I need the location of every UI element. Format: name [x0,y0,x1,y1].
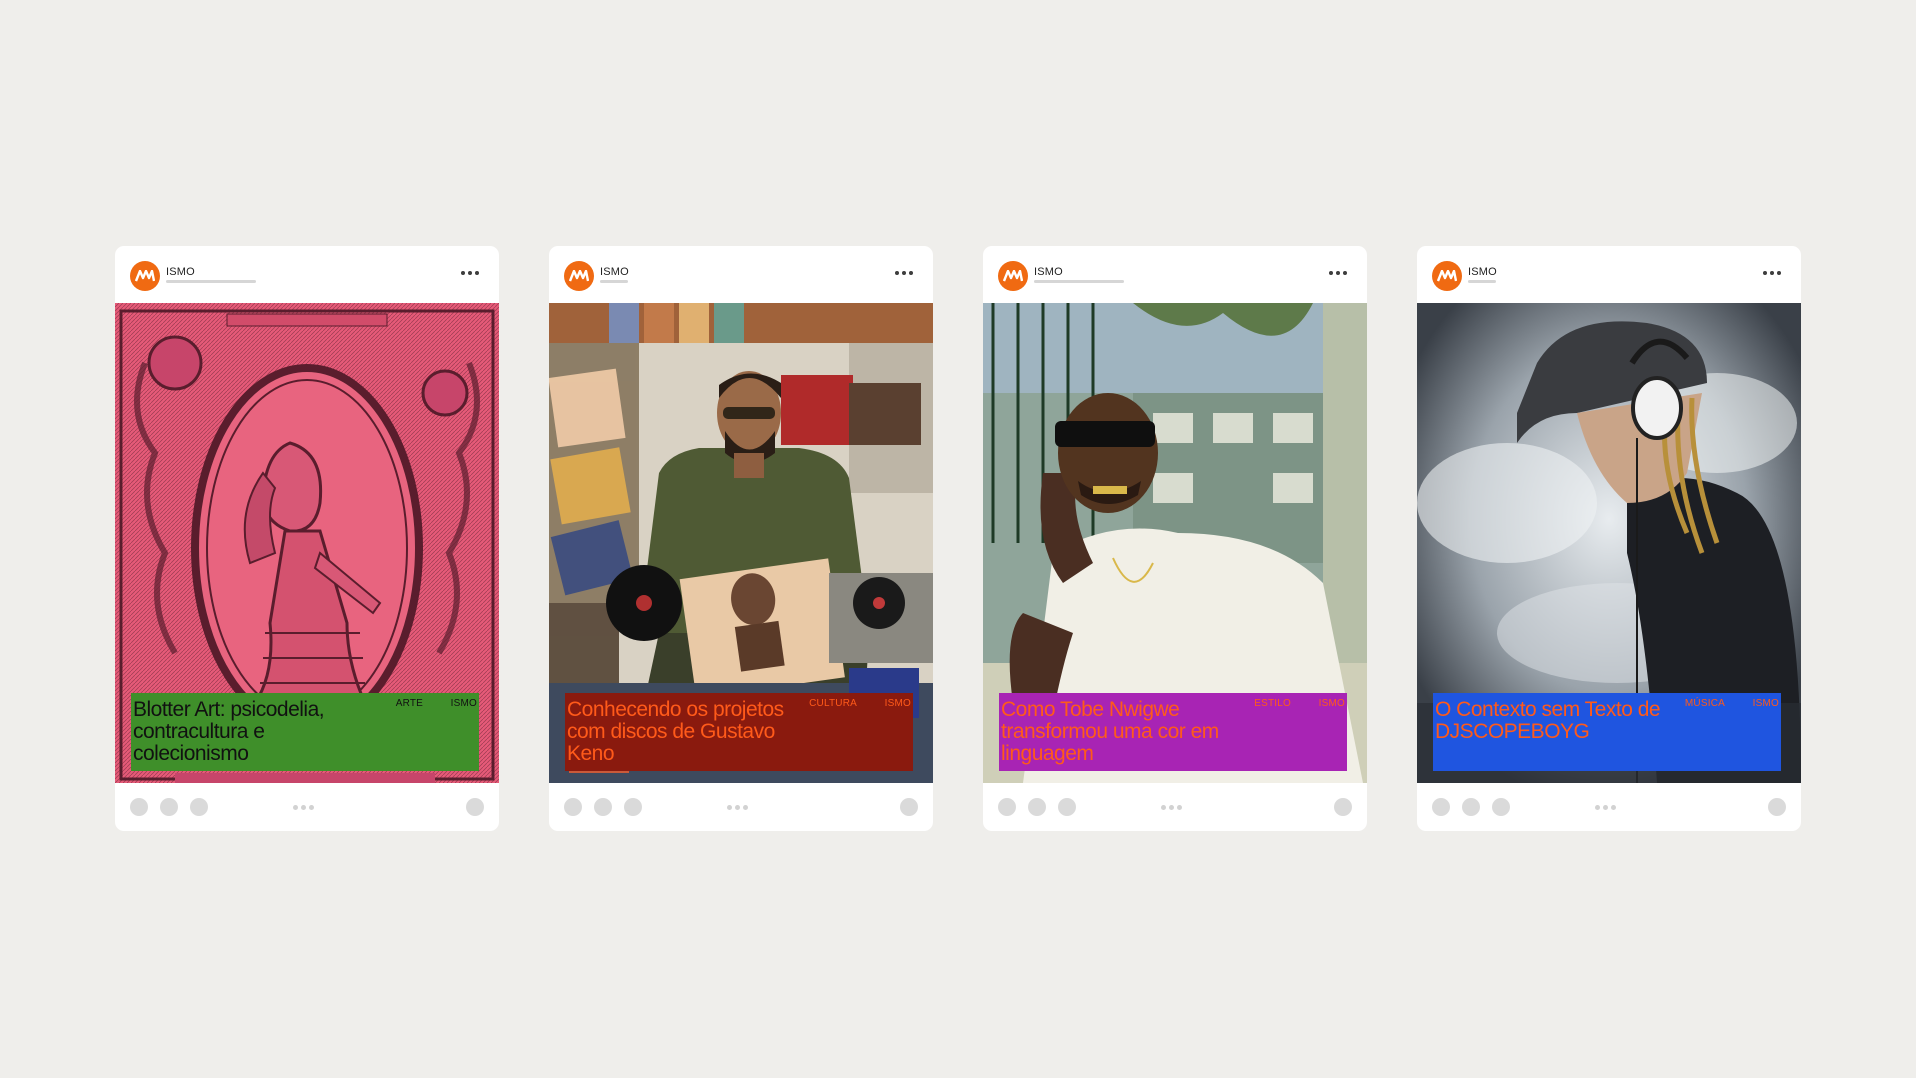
category-tag[interactable]: ARTE [396,698,423,709]
ismo-logo-icon[interactable] [998,261,1028,291]
share-icon[interactable] [624,798,642,816]
post-title[interactable]: Como Tobe Nwigwe transformou uma cor em … [1001,699,1237,765]
bookmark-icon[interactable] [1334,798,1352,816]
post-footer [1417,783,1801,831]
more-dots-icon[interactable] [1329,271,1347,275]
username[interactable]: ISMO [1468,266,1497,278]
post-header: ISMO [983,246,1367,303]
post-caption: Conhecendo os projetos com discos de Gus… [565,693,913,771]
brand-tag: ISMO [450,698,477,709]
share-icon[interactable] [1492,798,1510,816]
carousel-dots-icon [293,805,314,810]
post-title[interactable]: Conhecendo os projetos com discos de Gus… [567,699,803,765]
post-header: ISMO [549,246,933,303]
username[interactable]: ISMO [166,266,195,278]
share-icon[interactable] [190,798,208,816]
category-tag[interactable]: ESTILO [1254,698,1291,709]
post-caption: O Contexto sem Texto de DJSCOPEBOYG MÚSI… [1433,693,1781,771]
post-footer [115,783,499,831]
post-footer [983,783,1367,831]
username-underline [1468,280,1496,283]
like-icon[interactable] [564,798,582,816]
brand-tag: ISMO [1318,698,1345,709]
post-image[interactable]: Como Tobe Nwigwe transformou uma cor em … [983,303,1367,783]
post-image[interactable]: O Contexto sem Texto de DJSCOPEBOYG MÚSI… [1417,303,1801,783]
category-tag[interactable]: CULTURA [809,698,857,709]
username-underline [1034,280,1124,283]
bookmark-icon[interactable] [466,798,484,816]
more-dots-icon[interactable] [895,271,913,275]
post-image[interactable]: Blotter Art: psicodelia, contracultura e… [115,303,499,783]
post-footer [549,783,933,831]
share-icon[interactable] [1058,798,1076,816]
post-grid: ISMO Blotter Art: psicodelia, contracult… [115,246,1801,831]
post-card[interactable]: ISMO [115,246,499,831]
ismo-logo-icon[interactable] [564,261,594,291]
ismo-logo-icon[interactable] [130,261,160,291]
more-dots-icon[interactable] [461,271,479,275]
ismo-logo-icon[interactable] [1432,261,1462,291]
comment-icon[interactable] [1462,798,1480,816]
like-icon[interactable] [130,798,148,816]
brand-tag: ISMO [1752,698,1779,709]
carousel-dots-icon [1595,805,1616,810]
brand-tag: ISMO [884,698,911,709]
bookmark-icon[interactable] [1768,798,1786,816]
username[interactable]: ISMO [1034,266,1063,278]
category-tag[interactable]: MÚSICA [1685,698,1725,709]
like-icon[interactable] [998,798,1016,816]
username[interactable]: ISMO [600,266,629,278]
comment-icon[interactable] [1028,798,1046,816]
post-card[interactable]: ISMO [1417,246,1801,831]
carousel-dots-icon [1161,805,1182,810]
bookmark-icon[interactable] [900,798,918,816]
post-title[interactable]: O Contexto sem Texto de DJSCOPEBOYG [1435,699,1671,743]
like-icon[interactable] [1432,798,1450,816]
username-underline [600,280,628,283]
carousel-dots-icon [727,805,748,810]
comment-icon[interactable] [594,798,612,816]
post-header: ISMO [115,246,499,303]
more-dots-icon[interactable] [1763,271,1781,275]
post-card[interactable]: ISMO [983,246,1367,831]
post-title[interactable]: Blotter Art: psicodelia, contracultura e… [133,699,369,765]
post-caption: Blotter Art: psicodelia, contracultura e… [131,693,479,771]
username-underline [166,280,256,283]
comment-icon[interactable] [160,798,178,816]
post-header: ISMO [1417,246,1801,303]
post-image[interactable]: Conhecendo os projetos com discos de Gus… [549,303,933,783]
post-card[interactable]: ISMO [549,246,933,831]
post-caption: Como Tobe Nwigwe transformou uma cor em … [999,693,1347,771]
